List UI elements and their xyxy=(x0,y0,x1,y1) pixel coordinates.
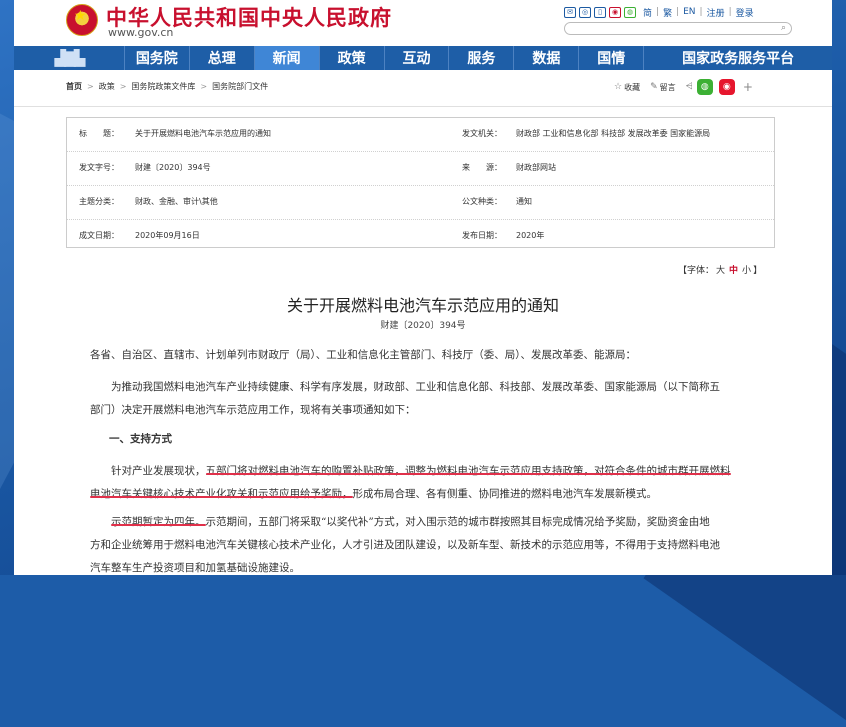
nav-policy[interactable]: 政策 xyxy=(318,46,384,70)
toolbar-divider: | xyxy=(676,7,680,17)
info-row: 标 题： 关于开展燃料电池汽车示范应用的通知 发文机关： 财政部 工业和信息化部… xyxy=(67,118,774,152)
font-size-suffix: 】 xyxy=(753,266,763,276)
traditional-link[interactable]: 繁 xyxy=(663,6,672,19)
breadcrumb-home[interactable]: 首页 xyxy=(66,82,82,91)
paragraph-text: 示范期间，五部门将采取“以奖代补”方式，对入围示范的城市群按照其目标完成情况给予… xyxy=(205,516,710,528)
info-value: 2020年 xyxy=(516,231,545,240)
paragraph-line: 为推动我国燃料电池汽车产业持续健康、科学有序发展，财政部、工业和信息化部、科技部… xyxy=(90,376,760,399)
wechat-icon[interactable]: ◍ xyxy=(624,6,636,18)
nav-interaction[interactable]: 互动 xyxy=(383,46,449,70)
info-row: 发文字号： 财建〔2020〕394号 来 源： 财政部网站 xyxy=(67,152,774,186)
info-label: 发布日期： xyxy=(462,231,502,240)
paragraph-line: 方和企业统筹用于燃料电池汽车关键核心技术产业化，人才引进及团队建设，以及新车型、… xyxy=(90,539,720,551)
font-size-medium[interactable]: 中 xyxy=(729,266,738,276)
info-label: 发文机关： xyxy=(462,129,502,138)
breadcrumb: 首页 > 政策 > 国务院政策文件库 > 国务院部门文件 xyxy=(66,81,268,92)
info-row: 主题分类： 财政、金融、审计\其他 公文种类： 通知 xyxy=(67,186,774,220)
font-size-switcher: 【字体：大中小】 xyxy=(678,263,762,276)
main-nav: ▟▇▙ 国务院 总理 新闻 政策 互动 服务 数据 国情 国家政务服务平台 xyxy=(14,46,832,70)
info-label: 来 源： xyxy=(462,163,502,172)
toolbar-divider: | xyxy=(656,7,660,17)
toolbar-divider: | xyxy=(728,7,732,17)
header-toolbar: ✉ ◎ ▯ ◉ ◍ 简 | 繁 | EN | 注册 | 登录 xyxy=(564,5,794,19)
site-url: www.gov.cn xyxy=(108,26,174,39)
font-size-large[interactable]: 大 xyxy=(716,266,725,276)
breadcrumb-policy-library[interactable]: 国务院政策文件库 xyxy=(131,82,195,91)
info-label: 标 题： xyxy=(79,129,119,138)
simplified-link[interactable]: 简 xyxy=(643,6,652,19)
font-size-small[interactable]: 小 xyxy=(742,266,751,276)
info-value: 2020年09月16日 xyxy=(135,231,200,240)
paragraph-line: 示范期暂定为四年。示范期间，五部门将采取“以奖代补”方式，对入围示范的城市群按照… xyxy=(90,511,720,534)
nav-national-info[interactable]: 国情 xyxy=(578,46,643,70)
section-heading: 一、支持方式 xyxy=(109,433,172,445)
info-value: 关于开展燃料电池汽车示范应用的通知 xyxy=(135,129,271,138)
article-title: 关于开展燃料电池汽车示范应用的通知 xyxy=(286,296,559,315)
nav-services[interactable]: 服务 xyxy=(448,46,513,70)
search-input[interactable] xyxy=(571,30,771,41)
share-icon[interactable]: ⩤ xyxy=(686,82,693,92)
national-emblem-icon[interactable]: ★ xyxy=(66,4,98,36)
nav-gov-service-platform[interactable]: 国家政务服务平台 xyxy=(643,46,832,70)
breadcrumb-bar: 首页 > 政策 > 国务院政策文件库 > 国务院部门文件 ☆ 收藏 ✎ 留言 ⩤ ◍ ◉ + xyxy=(14,70,832,107)
wechat-share-icon[interactable]: ◍ xyxy=(696,79,713,95)
toolbar-divider: | xyxy=(699,7,703,17)
register-link[interactable]: 注册 xyxy=(707,6,725,19)
breadcrumb-dept-files[interactable]: 国务院部门文件 xyxy=(212,82,268,91)
document-info-table: 标 题： 关于开展燃料电池汽车示范应用的通知 发文机关： 财政部 工业和信息化部… xyxy=(66,117,775,248)
breadcrumb-separator: > xyxy=(119,82,127,91)
comment-button[interactable]: 留言 xyxy=(660,82,676,93)
info-label: 主题分类： xyxy=(79,197,119,206)
paragraph-line: 电池汽车关键核心技术产业化攻关和示范应用给予奖励，形成布局合理、各有侧重、协同推… xyxy=(90,483,731,506)
tiananmen-logo-icon[interactable]: ▟▇▙ xyxy=(14,46,124,70)
article-paragraph: 针对产业发展现状，五部门将对燃料电池汽车的购置补贴政策，调整为燃料电池汽车示范应… xyxy=(90,460,731,506)
nav-state-council[interactable]: 国务院 xyxy=(123,46,189,70)
nav-news[interactable]: 新闻 xyxy=(253,46,319,70)
font-size-prefix: 【字体： xyxy=(678,266,715,276)
paragraph-text: 为推动我国燃料电池汽车产业持续健康、科学有序发展，财政部、工业和信息化部、科技部… xyxy=(111,381,720,393)
info-value: 通知 xyxy=(516,197,532,206)
english-link[interactable]: EN xyxy=(683,7,695,17)
weibo-icon[interactable]: ◉ xyxy=(609,6,621,18)
site-header: ★ 中华人民共和国中央人民政府 www.gov.cn ✉ ◎ ▯ ◉ ◍ 简 |… xyxy=(14,0,832,46)
breadcrumb-policy[interactable]: 政策 xyxy=(99,82,115,91)
breadcrumb-separator: > xyxy=(87,82,94,91)
document-number: 财建〔2020〕394号 xyxy=(380,321,466,331)
info-value: 财政部网站 xyxy=(516,163,556,172)
highlighted-text: 五部门将对燃料电池汽车的购置补贴政策，调整为燃料电池汽车示范应用支持政策，对符合… xyxy=(205,465,731,477)
nav-data[interactable]: 数据 xyxy=(513,46,578,70)
login-link[interactable]: 登录 xyxy=(736,6,754,19)
mobile-icon[interactable]: ▯ xyxy=(594,6,606,18)
article-paragraph: 示范期暂定为四年。示范期间，五部门将采取“以奖代补”方式，对入围示范的城市群按照… xyxy=(90,511,720,575)
paragraph-line: 汽车整车生产投资项目和加氢基础设施建设。 xyxy=(90,562,300,574)
paragraph-text: 针对产业发展现状， xyxy=(111,465,206,477)
paragraph-line: 部门）决定开展燃料电池汽车示范应用工作，现将有关事项通知如下： xyxy=(90,404,416,416)
weibo-share-icon[interactable]: ◉ xyxy=(718,79,735,95)
info-value: 财建〔2020〕394号 xyxy=(135,163,211,172)
info-value: 财政、金融、审计\其他 xyxy=(135,197,218,206)
article-salutation: 各省、自治区、直辖市、计划单列市财政厅（局）、工业和信息化主管部门、科技厅（委、… xyxy=(90,349,636,361)
breadcrumb-separator: > xyxy=(200,82,208,91)
browser-page: ★ 中华人民共和国中央人民政府 www.gov.cn ✉ ◎ ▯ ◉ ◍ 简 |… xyxy=(14,0,832,575)
highlighted-text: 电池汽车关键核心技术产业化攻关和示范应用给予奖励， xyxy=(90,488,353,500)
info-value: 财政部 工业和信息化部 科技部 发展改革委 国家能源局 xyxy=(516,129,711,138)
star-icon[interactable]: ☆ xyxy=(614,82,622,92)
info-row: 成文日期： 2020年09月16日 发布日期： 2020年 xyxy=(67,220,774,253)
info-label: 发文字号： xyxy=(79,163,119,172)
highlighted-text: 示范期暂定为四年。 xyxy=(111,516,206,528)
mail-icon[interactable]: ✉ xyxy=(564,6,576,18)
chat-icon[interactable]: ◎ xyxy=(579,6,591,18)
info-label: 公文种类： xyxy=(462,197,502,206)
site-search: ⌕ xyxy=(564,22,792,41)
collect-button[interactable]: 收藏 xyxy=(624,82,640,93)
nav-premier[interactable]: 总理 xyxy=(188,46,254,70)
paragraph-line: 针对产业发展现状，五部门将对燃料电池汽车的购置补贴政策，调整为燃料电池汽车示范应… xyxy=(90,460,731,483)
share-toolbar: ☆ 收藏 ✎ 留言 ⩤ ◍ ◉ + xyxy=(614,79,753,95)
info-label: 成文日期： xyxy=(79,231,119,240)
search-icon[interactable]: ⌕ xyxy=(781,23,786,33)
paragraph-text: 形成布局合理、各有侧重、协同推进的燃料电池汽车发展新模式。 xyxy=(352,488,658,500)
more-share-icon[interactable]: + xyxy=(743,80,753,94)
article-paragraph: 为推动我国燃料电池汽车产业持续健康、科学有序发展，财政部、工业和信息化部、科技部… xyxy=(90,376,760,422)
pencil-icon[interactable]: ✎ xyxy=(650,82,658,92)
